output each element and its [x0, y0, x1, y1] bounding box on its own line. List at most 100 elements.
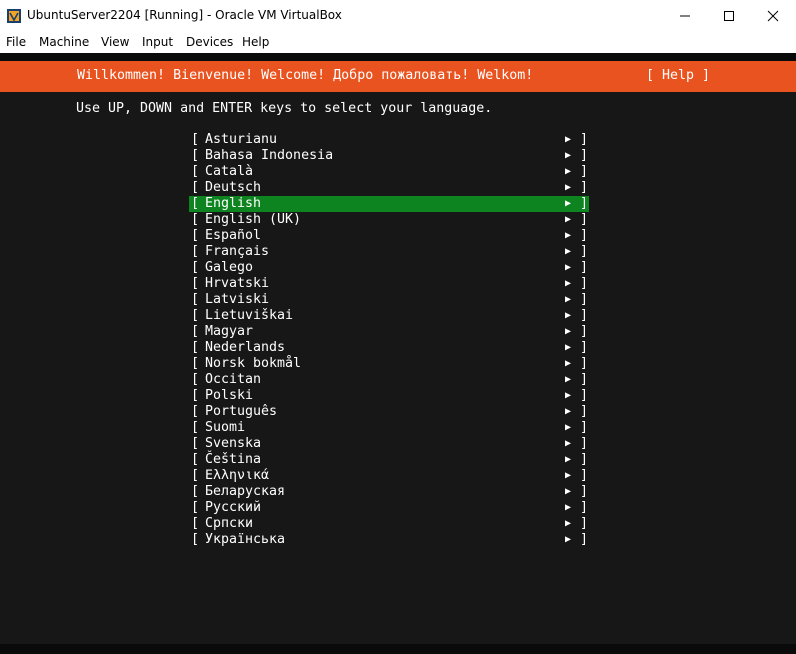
language-option[interactable]: [Беларуская ▶] [189, 484, 589, 500]
minimize-button[interactable] [662, 0, 708, 31]
menu-help[interactable]: Help [242, 35, 269, 49]
arrow-right-icon: ▶ [565, 534, 572, 545]
language-name: Polski [205, 388, 254, 403]
language-name: Asturianu [205, 132, 278, 147]
language-option[interactable]: [Norsk bokmål ▶] [189, 356, 589, 372]
option-left-bracket: [ [191, 180, 200, 195]
language-name: English (UK) [205, 212, 302, 227]
option-left-bracket: [ [191, 388, 200, 403]
arrow-right-icon: ▶ [565, 134, 572, 145]
option-right-bracket: ] [580, 500, 589, 515]
arrow-right-icon: ▶ [565, 166, 572, 177]
option-left-bracket: [ [191, 420, 200, 435]
option-left-bracket: [ [191, 212, 200, 227]
option-right-bracket: ] [580, 388, 589, 403]
language-name: Galego [205, 260, 254, 275]
welcome-title: Willkommen! Bienvenue! Welcome! Добро по… [77, 68, 534, 83]
maximize-button[interactable] [706, 0, 752, 31]
option-left-bracket: [ [191, 404, 200, 419]
language-option[interactable]: [Français ▶] [189, 244, 589, 260]
arrow-right-icon: ▶ [565, 390, 572, 401]
window-title: UbuntuServer2204 [Running] - Oracle VM V… [27, 8, 342, 22]
menu-bar: File Machine View Input Devices Help [0, 31, 796, 53]
help-button[interactable]: [ Help ] [646, 68, 710, 83]
vm-display[interactable]: Willkommen! Bienvenue! Welcome! Добро по… [0, 53, 796, 654]
option-left-bracket: [ [191, 244, 200, 259]
language-name: Latviski [205, 292, 270, 307]
arrow-right-icon: ▶ [565, 518, 572, 529]
language-option[interactable]: [Português ▶] [189, 404, 589, 420]
language-option[interactable]: [Čeština ▶] [189, 452, 589, 468]
language-option[interactable]: [Latviski ▶] [189, 292, 589, 308]
language-option[interactable]: [Català ▶] [189, 164, 589, 180]
language-option[interactable]: [Magyar ▶] [189, 324, 589, 340]
option-right-bracket: ] [580, 180, 589, 195]
language-option[interactable]: [Galego ▶] [189, 260, 589, 276]
arrow-right-icon: ▶ [565, 374, 572, 385]
arrow-right-icon: ▶ [565, 198, 572, 209]
option-left-bracket: [ [191, 196, 200, 211]
option-right-bracket: ] [580, 420, 589, 435]
installer-header: Willkommen! Bienvenue! Welcome! Добро по… [0, 61, 796, 92]
language-option[interactable]: [English ▶] [189, 196, 589, 212]
language-option[interactable]: [English (UK) ▶] [189, 212, 589, 228]
language-option[interactable]: [ Polski ▶] [189, 388, 589, 404]
language-name: Svenska [205, 436, 262, 451]
language-option[interactable]: [Lietuviškai ▶] [189, 308, 589, 324]
menu-input[interactable]: Input [142, 35, 173, 49]
language-name: Hrvatski [205, 276, 270, 291]
option-right-bracket: ] [580, 340, 589, 355]
language-option[interactable]: [Українська ▶] [189, 532, 589, 548]
language-option[interactable]: [Русский ▶] [189, 500, 589, 516]
language-option[interactable]: [Occitan ▶] [189, 372, 589, 388]
language-option[interactable]: [Suomi ▶] [189, 420, 589, 436]
option-left-bracket: [ [191, 276, 200, 291]
maximize-icon [724, 10, 734, 21]
option-left-bracket: [ [191, 324, 200, 339]
language-option[interactable]: [Hrvatski ▶] [189, 276, 589, 292]
option-left-bracket: [ [191, 308, 200, 323]
arrow-right-icon: ▶ [565, 214, 572, 225]
language-list: [Asturianu ▶] [Bahasa Indonesia ▶] [Català ▶]… [189, 132, 589, 548]
menu-file[interactable]: File [6, 35, 26, 49]
language-name: English [205, 196, 262, 211]
arrow-right-icon: ▶ [565, 182, 572, 193]
language-option[interactable]: [Asturianu ▶] [189, 132, 589, 148]
minimize-icon [680, 15, 690, 16]
language-name: Norsk bokmål [205, 356, 302, 371]
language-name: Bahasa Indonesia [205, 148, 334, 163]
option-right-bracket: ] [580, 532, 589, 547]
close-button[interactable] [750, 0, 796, 31]
option-left-bracket: [ [191, 260, 200, 275]
language-option[interactable]: [Español ▶] [189, 228, 589, 244]
option-right-bracket: ] [580, 276, 589, 291]
window-titlebar: UbuntuServer2204 [Running] - Oracle VM V… [0, 0, 796, 31]
arrow-right-icon: ▶ [565, 310, 572, 321]
option-left-bracket: [ [191, 356, 200, 371]
arrow-right-icon: ▶ [565, 470, 572, 481]
option-left-bracket: [ [191, 436, 200, 451]
option-right-bracket: ] [580, 452, 589, 467]
option-right-bracket: ] [580, 228, 589, 243]
option-right-bracket: ] [580, 244, 589, 259]
option-left-bracket: [ [191, 292, 200, 307]
language-option[interactable]: [Српски ▶] [189, 516, 589, 532]
language-option[interactable]: [Nederlands ▶] [189, 340, 589, 356]
language-option[interactable]: [Ελληνικά ▶] [189, 468, 589, 484]
language-option[interactable]: [Bahasa Indonesia ▶] [189, 148, 589, 164]
language-name: Português [205, 404, 278, 419]
menu-view[interactable]: View [101, 35, 129, 49]
option-left-bracket: [ [191, 340, 200, 355]
arrow-right-icon: ▶ [565, 454, 572, 465]
option-right-bracket: ] [580, 484, 589, 499]
option-left-bracket: [ [191, 228, 200, 243]
language-option[interactable]: [Svenska ▶] [189, 436, 589, 452]
menu-machine[interactable]: Machine [39, 35, 89, 49]
option-right-bracket: ] [580, 436, 589, 451]
option-left-bracket: [ [191, 148, 200, 163]
language-name: Čeština [205, 452, 262, 467]
language-option[interactable]: [Deutsch ▶] [189, 180, 589, 196]
menu-devices[interactable]: Devices [186, 35, 233, 49]
arrow-right-icon: ▶ [565, 406, 572, 417]
language-name: Українська [205, 532, 286, 547]
